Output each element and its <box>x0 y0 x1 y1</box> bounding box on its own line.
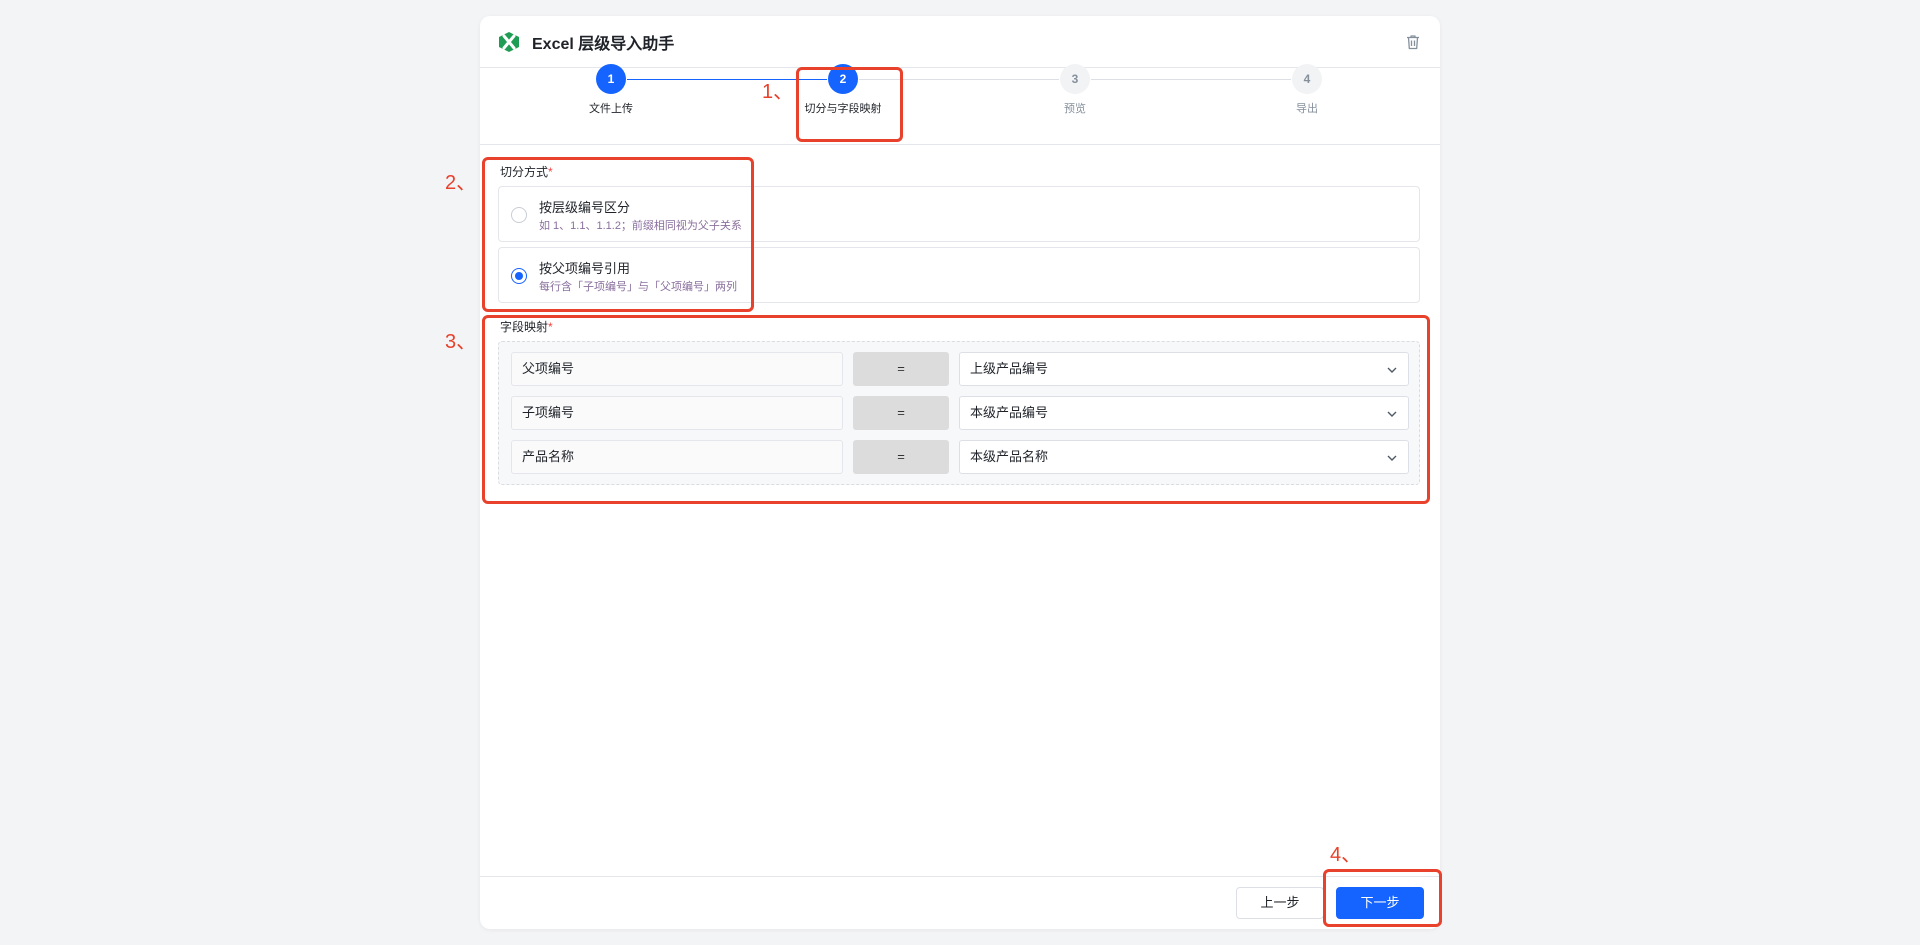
step-export[interactable]: 4 导出 <box>1247 64 1367 116</box>
annotation-number-1: 1、 <box>762 81 794 103</box>
annotation-number-3: 3、 <box>445 331 477 353</box>
excel-icon <box>499 31 519 52</box>
step-label: 文件上传 <box>589 103 633 115</box>
step-label: 预览 <box>1064 103 1086 115</box>
step-number: 3 <box>1060 64 1090 94</box>
annotation-box-mapping <box>482 315 1430 504</box>
step-label: 导出 <box>1296 103 1318 115</box>
annotation-number-4: 4、 <box>1330 844 1362 866</box>
annotation-box-split <box>482 157 754 312</box>
panel-header: Excel 层级导入助手 <box>480 16 1440 68</box>
trash-icon[interactable] <box>1404 33 1422 51</box>
step-file-upload[interactable]: 1 文件上传 <box>551 64 671 116</box>
page-title: Excel 层级导入助手 <box>532 35 675 53</box>
step-number: 1 <box>596 64 626 94</box>
steps-divider <box>480 144 1440 145</box>
annotation-box-step2 <box>796 67 903 142</box>
step-number: 4 <box>1292 64 1322 94</box>
step-preview[interactable]: 3 预览 <box>1015 64 1135 116</box>
footer-divider <box>480 876 1440 877</box>
annotation-box-next <box>1323 869 1442 927</box>
prev-step-button[interactable]: 上一步 <box>1236 887 1324 919</box>
annotation-number-2: 2、 <box>445 172 477 194</box>
